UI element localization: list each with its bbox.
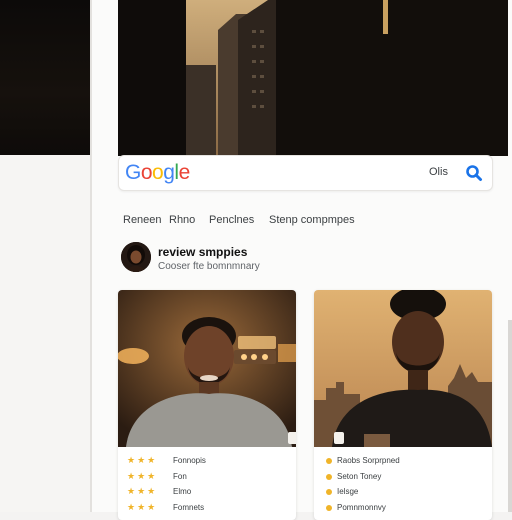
review-label[interactable]: Pomnmonnvy — [337, 503, 386, 512]
hero-image — [118, 0, 508, 156]
star-dot-icon — [326, 504, 332, 511]
google-logo: Google — [125, 161, 190, 185]
search-bar[interactable]: Google Olis — [118, 155, 493, 191]
badge — [288, 432, 296, 444]
review-card[interactable]: ★★★ Fonnopis ★★★ Fon ★★★ Elmo ★★★ Fomnet… — [118, 290, 296, 520]
person-photo — [314, 290, 492, 447]
tab-reneen[interactable]: Reneen — [123, 214, 162, 226]
rating-stars-icon: ★★★ — [127, 470, 158, 481]
scrollbar[interactable] — [508, 320, 512, 512]
logo-letter: g — [163, 161, 175, 184]
badge — [334, 432, 344, 444]
search-icon[interactable] — [465, 164, 483, 182]
logo-letter: o — [152, 161, 164, 184]
review-label[interactable]: Raobs Sorprpned — [337, 456, 400, 465]
logo-letter: e — [178, 161, 191, 184]
tab-stenp-compmpes[interactable]: Stenp compmpes — [269, 214, 355, 226]
review-label[interactable]: Fonnopis — [173, 456, 206, 465]
person-photo — [118, 290, 296, 447]
profile-subtitle: Cooser fte bomnmnary — [158, 261, 260, 272]
rating-stars-icon: ★★★ — [127, 455, 158, 465]
review-card[interactable]: Raobs Sorprpned Seton Toney Ielsge Pomnm… — [314, 290, 492, 520]
left-dark-photo — [0, 0, 90, 155]
review-label[interactable]: Fon — [173, 472, 187, 481]
rating-stars-icon: ★★★ — [127, 501, 158, 512]
logo-letter: G — [125, 161, 141, 184]
rating-stars-icon: ★★★ — [127, 486, 158, 496]
review-label[interactable]: Fomnets — [173, 503, 204, 512]
profile-title[interactable]: review smppies — [158, 245, 247, 259]
avatar[interactable] — [121, 242, 151, 272]
star-dot-icon — [326, 458, 332, 464]
tab-rhno[interactable]: Rhno — [169, 214, 195, 226]
star-dot-icon — [326, 473, 332, 480]
review-label[interactable]: Seton Toney — [337, 472, 381, 481]
star-dot-icon — [326, 489, 332, 495]
search-input[interactable]: Olis — [429, 166, 448, 178]
review-label[interactable]: Ielsge — [337, 487, 358, 496]
review-label[interactable]: Elmo — [173, 487, 191, 496]
logo-letter: o — [140, 161, 153, 184]
tab-penclnes[interactable]: Penclnes — [209, 214, 254, 226]
